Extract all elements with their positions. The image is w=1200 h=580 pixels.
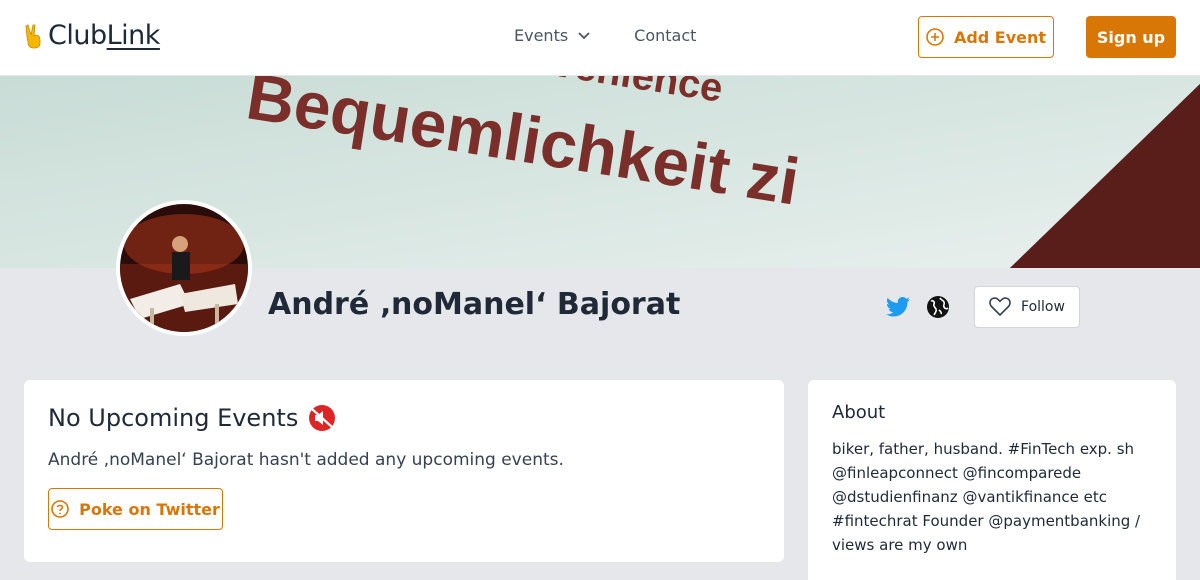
- upcoming-events-card: No Upcoming Events André ‚noManel‘ Bajor…: [24, 380, 784, 562]
- logo-text-link: Link: [106, 20, 161, 51]
- about-card-title: About: [832, 402, 886, 423]
- sign-up-button[interactable]: Sign up: [1086, 16, 1176, 58]
- question-circle-icon: [51, 500, 69, 518]
- globe-icon[interactable]: [926, 295, 950, 319]
- add-event-label: Add Event: [953, 27, 1047, 47]
- follow-button[interactable]: Follow: [974, 286, 1080, 328]
- events-card-title: No Upcoming Events: [48, 404, 299, 432]
- about-card-bio: biker, father, husband. #FinTech exp. sh…: [832, 440, 1141, 554]
- about-card: About biker, father, husband. #FinTech e…: [808, 380, 1176, 580]
- events-card-heading: No Upcoming Events: [48, 404, 760, 432]
- logo-text-club: Club: [48, 20, 107, 51]
- add-event-button[interactable]: Add Event: [918, 16, 1054, 58]
- nav-events-label: Events: [514, 26, 569, 45]
- profile-name: André ‚noManel‘ Bajorat: [268, 287, 681, 322]
- poke-on-twitter-button[interactable]: Poke on Twitter: [48, 488, 223, 530]
- main-nav: Events Contact: [514, 26, 696, 45]
- avatar-photo: [120, 204, 248, 332]
- muted-speaker-icon: [309, 405, 336, 431]
- nav-contact-link[interactable]: Contact: [634, 26, 696, 45]
- sign-up-label: Sign up: [1096, 27, 1166, 47]
- plus-circle-icon: [926, 28, 944, 46]
- victory-hand-icon: [25, 23, 41, 48]
- site-header: Club Link Events Contact Add Event Sign u…: [0, 0, 1200, 76]
- nav-events-dropdown[interactable]: Events: [514, 26, 590, 45]
- poke-label: Poke on Twitter: [79, 499, 220, 519]
- heart-icon: [989, 297, 1011, 317]
- chevron-down-icon: [578, 31, 590, 39]
- twitter-icon[interactable]: [886, 296, 910, 318]
- follow-label: Follow: [1021, 299, 1065, 315]
- clublink-logo[interactable]: Club Link: [24, 20, 160, 51]
- profile-avatar: [116, 200, 252, 336]
- events-card-message: André ‚noManel‘ Bajorat hasn't added any…: [48, 450, 564, 470]
